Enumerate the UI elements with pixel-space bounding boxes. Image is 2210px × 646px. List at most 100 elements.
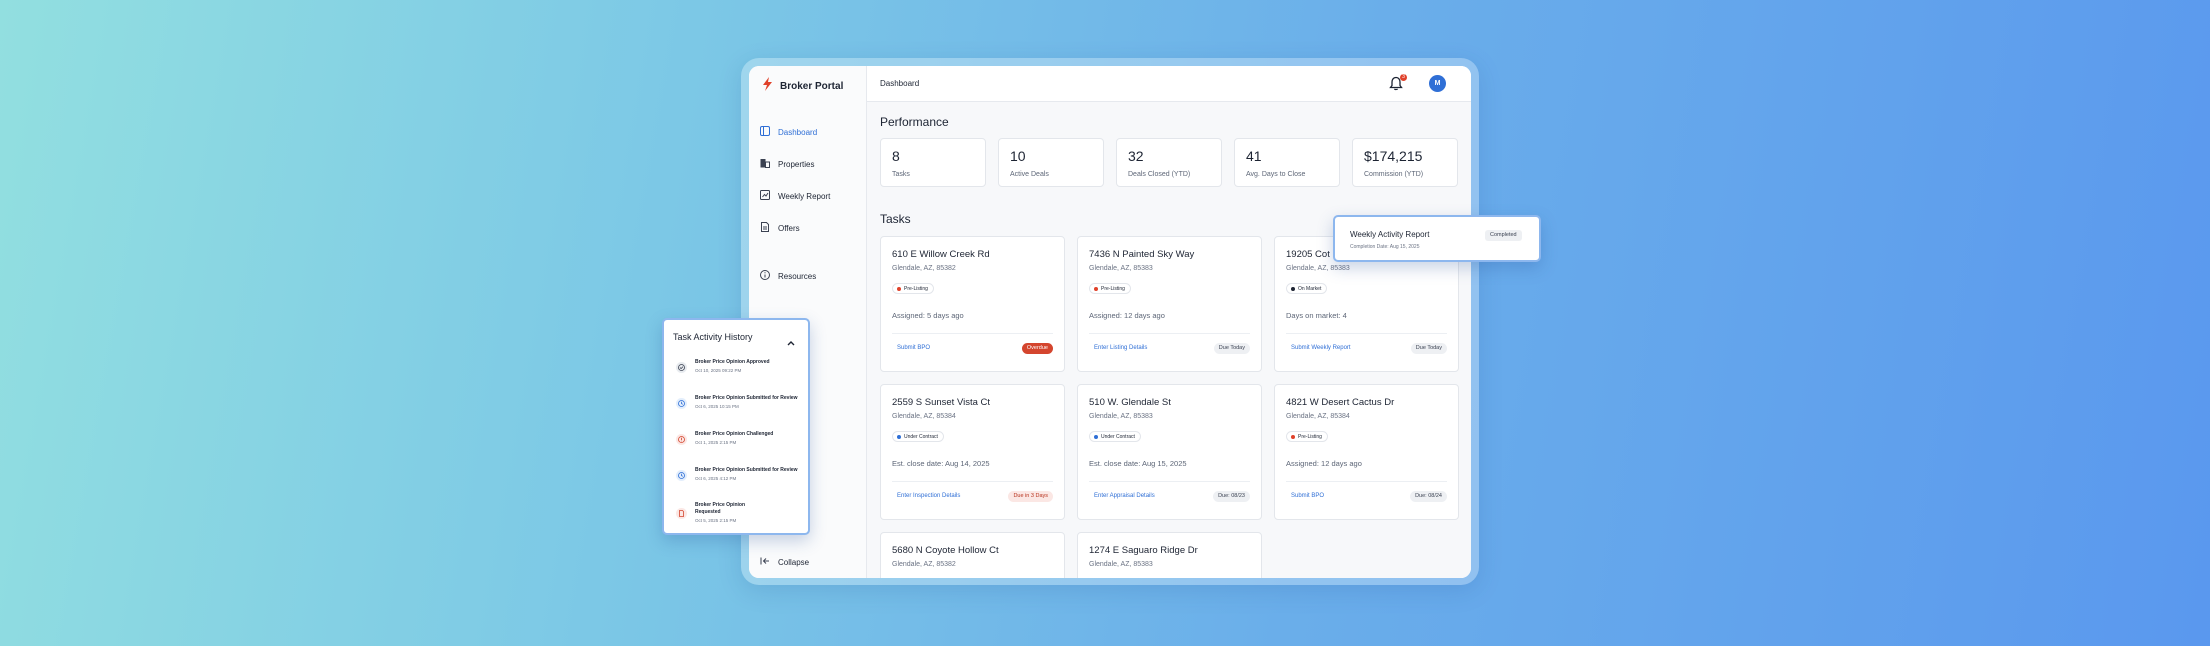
sidebar-item-properties[interactable]: Properties <box>753 153 861 175</box>
task-action-link[interactable]: Enter Inspection Details <box>897 493 960 499</box>
task-city: Glendale, AZ, 85384 <box>1286 413 1350 420</box>
task-city: Glendale, AZ, 85383 <box>1286 265 1350 272</box>
kpi-card-avg-days[interactable]: 41 Avg. Days to Close <box>1234 138 1340 187</box>
status-label: Pre-Listing <box>1298 433 1322 440</box>
history-item[interactable]: Broker Price Opinion Submitted for Revie… <box>676 395 806 425</box>
sidebar-item-offers[interactable]: Offers <box>753 217 861 239</box>
history-title: Broker Price Opinion Requested <box>695 502 746 515</box>
sidebar-item-label: Properties <box>778 159 815 169</box>
due-badge: Due: 08/24 <box>1410 491 1447 502</box>
status-badge: Under Contract <box>892 431 944 442</box>
status-label: Under Contract <box>1101 433 1135 440</box>
status-badge: Under Contract <box>1089 431 1141 442</box>
divider <box>1089 481 1250 482</box>
task-action-link[interactable]: Submit BPO <box>1291 493 1324 499</box>
task-action-link[interactable]: Enter Listing Details <box>1094 345 1147 351</box>
popup-title: Weekly Activity Report <box>1350 230 1430 239</box>
task-address: 5680 N Coyote Hollow Ct <box>892 545 999 556</box>
task-card[interactable]: 1274 E Saguaro Ridge Dr Glendale, AZ, 85… <box>1077 532 1262 578</box>
kpi-value: 10 <box>1010 148 1026 164</box>
task-address: 510 W. Glendale St <box>1089 397 1171 408</box>
status-label: On Market <box>1298 285 1322 292</box>
history-date: Oct 6, 2025 10:15 PM <box>695 404 739 409</box>
task-card[interactable]: 2559 S Sunset Vista Ct Glendale, AZ, 853… <box>880 384 1065 520</box>
history-title: Broker Price Opinion Challenged <box>695 431 774 437</box>
history-item[interactable]: Broker Price Opinion Requested Oct 5, 20… <box>676 502 806 532</box>
sidebar-item-weekly-report[interactable]: Weekly Report <box>753 185 861 207</box>
history-title: Broker Price Opinion Submitted for Revie… <box>695 467 798 473</box>
app-window: Broker Portal Dashboard Properties Weekl… <box>749 66 1471 578</box>
history-date: Oct 10, 2025 09:22 PM <box>695 368 742 373</box>
kpi-value: 41 <box>1246 148 1262 164</box>
brand-name: Broker Portal <box>780 81 844 92</box>
due-badge: Due Today <box>1213 343 1250 354</box>
task-action-link[interactable]: Submit Weekly Report <box>1291 345 1351 351</box>
due-badge: Due Today <box>1410 343 1447 354</box>
history-item[interactable]: Broker Price Opinion Approved Oct 10, 20… <box>676 359 806 389</box>
tasks-title: Tasks <box>880 212 911 226</box>
task-action-link[interactable]: Submit BPO <box>897 345 930 351</box>
status-badge: Completed <box>1485 230 1522 241</box>
task-address: 4821 W Desert Cactus Dr <box>1286 397 1395 408</box>
task-address: 7436 N Painted Sky Way <box>1089 249 1195 260</box>
main-content: Dashboard 3 M Performance 8 Tasks 10 Act… <box>867 66 1471 578</box>
status-badge: Pre-Listing <box>1286 431 1328 442</box>
task-meta: Assigned: 12 days ago <box>1089 311 1165 320</box>
status-dot <box>897 286 901 291</box>
avatar[interactable]: M <box>1429 75 1446 92</box>
sidebar-item-resources[interactable]: Resources <box>753 265 861 287</box>
kpi-value: $174,215 <box>1364 148 1423 164</box>
report-icon <box>760 190 770 202</box>
clock-icon <box>676 398 687 409</box>
history-item[interactable]: Broker Price Opinion Submitted for Revie… <box>676 467 806 497</box>
kpi-card-tasks[interactable]: 8 Tasks <box>880 138 986 187</box>
clock-icon <box>676 470 687 481</box>
task-meta: Days on market: 4 <box>1286 311 1347 320</box>
status-dot <box>1291 434 1295 439</box>
history-date: Oct 5, 2025 2:15 PM <box>695 518 737 523</box>
task-action-link[interactable]: Enter Appraisal Details <box>1094 493 1155 499</box>
kpi-card-commission[interactable]: $174,215 Commission (YTD) <box>1352 138 1458 187</box>
task-card[interactable]: 510 W. Glendale St Glendale, AZ, 85383 U… <box>1077 384 1262 520</box>
top-bar: Dashboard 3 M <box>867 66 1471 102</box>
status-label: Pre-Listing <box>1101 285 1125 292</box>
chevron-up-icon[interactable] <box>787 333 795 351</box>
task-address: 19205 Cot <box>1286 249 1330 260</box>
status-badge: On Market <box>1286 283 1328 294</box>
history-title: Broker Price Opinion Submitted for Revie… <box>695 395 798 401</box>
kpi-card-active-deals[interactable]: 10 Active Deals <box>998 138 1104 187</box>
task-address: 1274 E Saguaro Ridge Dr <box>1089 545 1198 556</box>
task-meta: Assigned: 12 days ago <box>1286 459 1362 468</box>
divider <box>1089 333 1250 334</box>
sidebar-item-dashboard[interactable]: Dashboard <box>753 121 861 143</box>
task-city: Glendale, AZ, 85384 <box>892 413 956 420</box>
sidebar-item-label: Dashboard <box>778 127 818 137</box>
due-badge: Due in 3 Days <box>1008 491 1053 502</box>
kpi-card-deals-closed[interactable]: 32 Deals Closed (YTD) <box>1116 138 1222 187</box>
kpi-value: 8 <box>892 148 900 164</box>
history-date: Oct 1, 2025 2:15 PM <box>695 440 737 445</box>
check-icon <box>676 362 687 373</box>
status-dot <box>897 434 901 439</box>
status-label: Under Contract <box>904 433 938 440</box>
alert-icon <box>676 434 687 445</box>
building-icon <box>760 158 770 170</box>
collapse-button[interactable]: Collapse <box>753 551 861 573</box>
status-badge: Pre-Listing <box>892 283 934 294</box>
weekly-report-popup[interactable]: Weekly Activity Report Completion Date: … <box>1333 215 1541 262</box>
brand[interactable]: Broker Portal <box>762 77 843 96</box>
breadcrumb: Dashboard <box>880 79 920 88</box>
kpi-label: Active Deals <box>1010 171 1049 178</box>
sidebar-item-label: Resources <box>778 271 817 281</box>
kpi-value: 32 <box>1128 148 1144 164</box>
task-card[interactable]: 4821 W Desert Cactus Dr Glendale, AZ, 85… <box>1274 384 1459 520</box>
task-card[interactable]: 7436 N Painted Sky Way Glendale, AZ, 853… <box>1077 236 1262 372</box>
collapse-label: Collapse <box>778 557 810 567</box>
history-item[interactable]: Broker Price Opinion Challenged Oct 1, 2… <box>676 431 806 461</box>
document-icon <box>676 508 687 519</box>
divider <box>892 481 1053 482</box>
task-card[interactable]: 610 E Willow Creek Rd Glendale, AZ, 8538… <box>880 236 1065 372</box>
dashboard-icon <box>760 126 770 138</box>
task-city: Glendale, AZ, 85382 <box>892 561 956 568</box>
task-card[interactable]: 5680 N Coyote Hollow Ct Glendale, AZ, 85… <box>880 532 1065 578</box>
